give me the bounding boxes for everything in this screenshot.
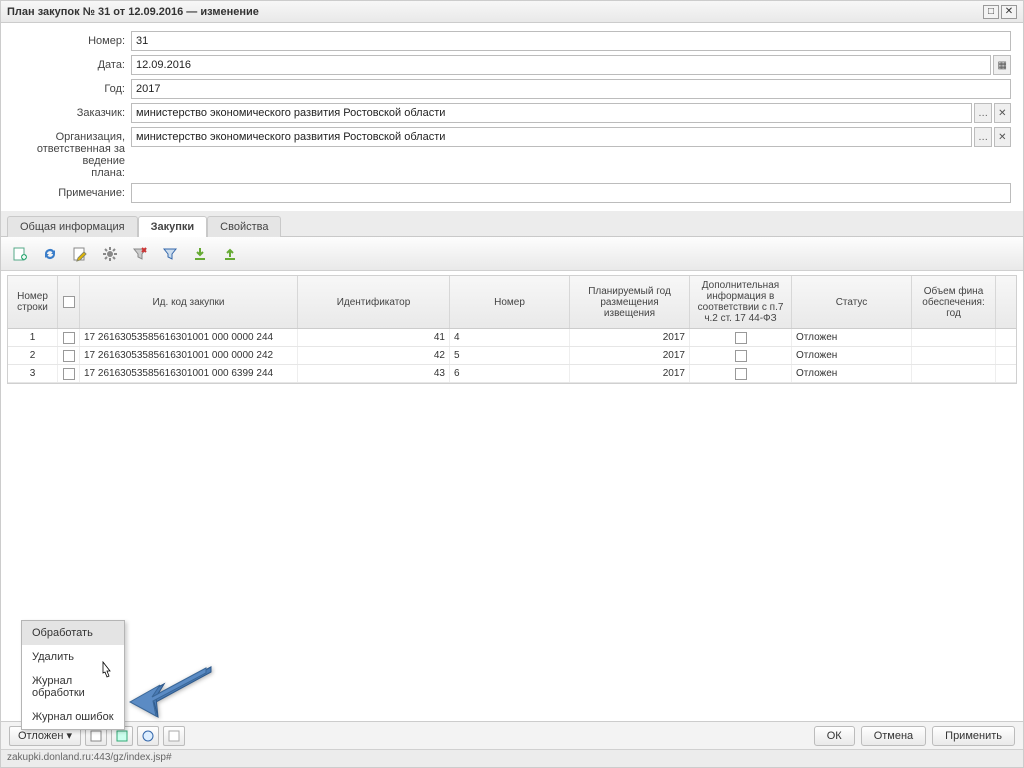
clear-customer-button[interactable]: ✕	[994, 103, 1011, 123]
cell-nomer: 4	[450, 329, 570, 346]
filter-icon[interactable]	[159, 243, 181, 265]
cell-ident: 41	[298, 329, 450, 346]
annotation-arrow-icon	[126, 662, 216, 725]
cell-dop[interactable]	[690, 365, 792, 382]
label-number: Номер:	[13, 31, 131, 47]
cell-checkbox[interactable]	[58, 365, 80, 382]
label-organization: Организация,ответственная за ведениеплан…	[13, 127, 131, 179]
table-row[interactable]: 1 17 26163053585616301001 000 0000 244 4…	[8, 329, 1016, 347]
cell-idcode: 17 26163053585616301001 000 6399 244	[80, 365, 298, 382]
cursor-pointer-icon	[98, 661, 114, 684]
apply-button[interactable]: Применить	[932, 726, 1015, 746]
clear-org-button[interactable]: ✕	[994, 127, 1011, 147]
input-number[interactable]	[131, 31, 1011, 51]
ok-button[interactable]: ОК	[814, 726, 855, 746]
grid-body: 1 17 26163053585616301001 000 0000 244 4…	[8, 329, 1016, 383]
cell-dop[interactable]	[690, 347, 792, 364]
dialog-action-buttons: ОК Отмена Применить	[814, 726, 1015, 746]
export-down-icon[interactable]	[189, 243, 211, 265]
edit-icon[interactable]	[69, 243, 91, 265]
cell-idcode: 17 26163053585616301001 000 0000 242	[80, 347, 298, 364]
cell-year: 2017	[570, 365, 690, 382]
tab-general[interactable]: Общая информация	[7, 216, 138, 237]
dialog-button-bar: Отложен ▾ ОК Отмена Применить	[1, 721, 1023, 749]
input-date[interactable]	[131, 55, 991, 75]
export-up-icon[interactable]	[219, 243, 241, 265]
window-title: План закупок № 31 от 12.09.2016 — измене…	[7, 6, 259, 18]
col-year[interactable]: Планируемый год размещения извещения	[570, 276, 690, 328]
cell-year: 2017	[570, 347, 690, 364]
tab-purchases[interactable]: Закупки	[138, 216, 208, 237]
form-panel: Номер: Дата: ▦ Год: Заказчик: … ✕ Органи…	[1, 23, 1023, 211]
col-ident[interactable]: Идентификатор	[298, 276, 450, 328]
col-nomer[interactable]: Номер	[450, 276, 570, 328]
gear-icon[interactable]	[99, 243, 121, 265]
table-row[interactable]: 2 17 26163053585616301001 000 0000 242 4…	[8, 347, 1016, 365]
input-customer[interactable]	[131, 103, 972, 123]
cell-dop[interactable]	[690, 329, 792, 346]
date-picker-icon[interactable]: ▦	[993, 55, 1011, 75]
lookup-org-button[interactable]: …	[974, 127, 991, 147]
col-idcode[interactable]: Ид. код закупки	[80, 276, 298, 328]
status-text: zakupki.donland.ru:443/gz/index.jsp#	[7, 752, 172, 763]
grid-toolbar	[1, 237, 1023, 271]
status-bar: zakupki.donland.ru:443/gz/index.jsp#	[1, 749, 1023, 767]
input-organization[interactable]	[131, 127, 972, 147]
grid-header: Номер строки Ид. код закупки Идентификат…	[8, 276, 1016, 329]
lookup-customer-button[interactable]: …	[974, 103, 991, 123]
input-year[interactable]	[131, 79, 1011, 99]
bottom-icon-4[interactable]	[163, 726, 185, 746]
label-year: Год:	[13, 79, 131, 95]
refresh-icon[interactable]	[39, 243, 61, 265]
add-icon[interactable]	[9, 243, 31, 265]
menu-process[interactable]: Обработать	[22, 621, 124, 645]
cell-idcode: 17 26163053585616301001 000 0000 244	[80, 329, 298, 346]
filter-clear-icon[interactable]	[129, 243, 151, 265]
purchases-grid: Номер строки Ид. код закупки Идентификат…	[7, 275, 1017, 384]
cell-ident: 42	[298, 347, 450, 364]
label-note: Примечание:	[13, 183, 131, 199]
cell-amount	[912, 365, 996, 382]
col-checkbox[interactable]	[58, 276, 80, 328]
cell-status: Отложен	[792, 329, 912, 346]
cell-rownum: 1	[8, 329, 58, 346]
cell-checkbox[interactable]	[58, 347, 80, 364]
dialog-window: План закупок № 31 от 12.09.2016 — измене…	[0, 0, 1024, 768]
menu-journal-errors[interactable]: Журнал ошибок	[22, 705, 124, 729]
tab-props[interactable]: Свойства	[207, 216, 281, 237]
cell-nomer: 5	[450, 347, 570, 364]
cell-checkbox[interactable]	[58, 329, 80, 346]
window-controls: □ ✕	[983, 5, 1017, 19]
state-dropdown-label: Отложен ▾	[18, 729, 72, 742]
cell-status: Отложен	[792, 365, 912, 382]
label-date: Дата:	[13, 55, 131, 71]
cell-amount	[912, 329, 996, 346]
table-row[interactable]: 3 17 26163053585616301001 000 6399 244 4…	[8, 365, 1016, 383]
cell-rownum: 3	[8, 365, 58, 382]
col-amount[interactable]: Объем фина обеспечения: год	[912, 276, 996, 328]
label-customer: Заказчик:	[13, 103, 131, 119]
bottom-icon-3[interactable]	[137, 726, 159, 746]
cell-rownum: 2	[8, 347, 58, 364]
titlebar: План закупок № 31 от 12.09.2016 — измене…	[1, 1, 1023, 23]
input-note[interactable]	[131, 183, 1011, 203]
maximize-button[interactable]: □	[983, 5, 999, 19]
checkbox-all[interactable]	[63, 296, 75, 308]
col-dop[interactable]: Дополнительная информация в соответствии…	[690, 276, 792, 328]
col-rownum[interactable]: Номер строки	[8, 276, 58, 328]
cell-status: Отложен	[792, 347, 912, 364]
cell-nomer: 6	[450, 365, 570, 382]
cancel-button[interactable]: Отмена	[861, 726, 926, 746]
tab-strip: Общая информация Закупки Свойства	[1, 211, 1023, 237]
cell-amount	[912, 347, 996, 364]
cell-year: 2017	[570, 329, 690, 346]
col-status[interactable]: Статус	[792, 276, 912, 328]
close-button[interactable]: ✕	[1001, 5, 1017, 19]
cell-ident: 43	[298, 365, 450, 382]
